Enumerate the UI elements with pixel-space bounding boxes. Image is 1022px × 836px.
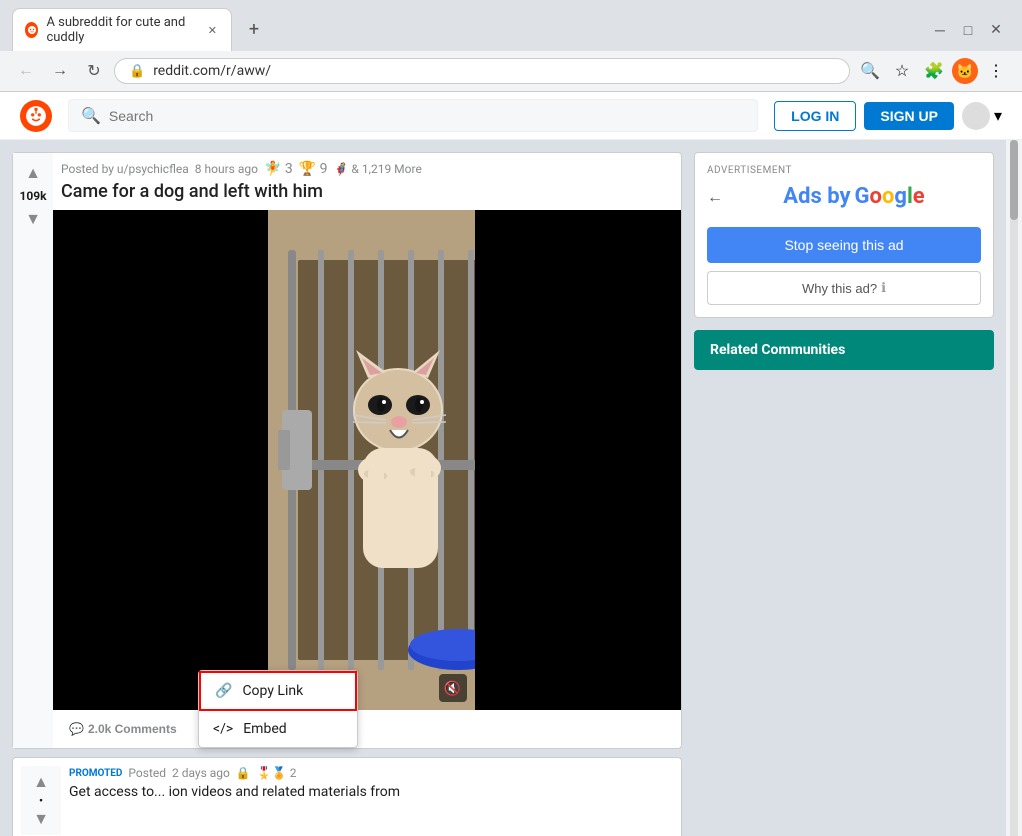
reddit-ext-button[interactable]: 🐱 [952, 58, 978, 84]
mute-button[interactable]: 🔇 [439, 674, 467, 702]
embed-menu-item[interactable]: </> Embed [199, 711, 357, 747]
search-ext-button[interactable]: 🔍 [856, 57, 884, 85]
minimize-button[interactable]: ─ [926, 16, 954, 44]
downvote-button[interactable]: ▼ [21, 207, 45, 231]
back-button[interactable]: ← [12, 57, 40, 85]
extension-icons: 🔍 ☆ 🧩 🐱 ⋮ [856, 57, 1010, 85]
promoted-time: 2 days ago [172, 766, 230, 780]
info-icon: ℹ [881, 280, 886, 296]
user-avatar [962, 102, 990, 130]
promoted-content: PROMOTED Posted 2 days ago 🔒 🎖️🏅 2 Get a… [69, 766, 673, 835]
embed-label: Embed [243, 721, 286, 737]
post-area: ▲ 109k ▼ Posted by u/psychicflea 8 hours… [0, 140, 694, 836]
url-text: reddit.com/r/aww/ [153, 63, 271, 79]
forward-button[interactable]: → [46, 57, 74, 85]
promoted-dot: • [39, 794, 43, 807]
promoted-post: ▲ • ▼ PROMOTED Posted 2 days ago 🔒 🎖️🏅 2… [12, 757, 682, 836]
bookmark-button[interactable]: ☆ [888, 57, 916, 85]
comments-label: 2.0k Comments [88, 722, 177, 736]
promoted-badge: PROMOTED [69, 768, 122, 779]
user-menu[interactable]: ▾ [962, 102, 1002, 130]
promoted-award-icons: 🎖️🏅 2 [257, 766, 297, 780]
browser-tab-active[interactable]: A subreddit for cute and cuddly ✕ [12, 8, 232, 51]
browser-window: A subreddit for cute and cuddly ✕ + ─ □ … [0, 0, 1022, 836]
award-3: 🦸 & 1,219 More [334, 162, 422, 176]
why-ad-button[interactable]: Why this ad? ℹ [707, 271, 981, 305]
new-tab-button[interactable]: + [240, 16, 268, 44]
google-text: Google [855, 184, 925, 209]
award-2: 🏆 9 [299, 161, 328, 177]
post-card: ▲ 109k ▼ Posted by u/psychicflea 8 hours… [12, 152, 682, 749]
post-image-area: 🔇 [53, 210, 681, 710]
ad-back-button[interactable]: ← [707, 189, 723, 207]
ad-box: ADVERTISEMENT ← Ads by Google Stop seein… [694, 152, 994, 318]
vote-count: 109k [19, 189, 46, 203]
post-image-left-dark [53, 210, 268, 710]
promoted-upvote[interactable]: ▲ [29, 770, 53, 794]
comments-button[interactable]: 💬 2.0k Comments [61, 716, 185, 742]
ads-by-google: Ads by Google [727, 184, 981, 209]
why-ad-text: Why this ad? [802, 281, 877, 296]
related-communities-box: Related Communities [694, 330, 994, 370]
related-communities-title: Related Communities [710, 342, 978, 358]
video-controls: 🔇 [439, 674, 467, 702]
post-vote-column: ▲ 109k ▼ [13, 153, 53, 748]
menu-button[interactable]: ⋮ [982, 57, 1010, 85]
context-menu: 🔗 Copy Link </> Embed [198, 670, 358, 748]
copy-link-menu-item[interactable]: 🔗 Copy Link [199, 671, 357, 711]
post-meta: Posted by u/psychicflea 8 hours ago 🧚 3 … [53, 153, 681, 181]
header-actions: LOG IN SIGN UP ▾ [774, 101, 1002, 131]
reddit-logo[interactable] [20, 100, 52, 132]
login-button[interactable]: LOG IN [774, 101, 856, 131]
chevron-down-icon: ▾ [994, 106, 1002, 125]
scrollbar-track [1010, 140, 1018, 836]
maximize-button[interactable]: □ [954, 16, 982, 44]
scrollbar[interactable] [1006, 140, 1022, 836]
browser-chrome: A subreddit for cute and cuddly ✕ + ─ □ … [0, 0, 1022, 92]
link-icon: 🔗 [215, 683, 232, 699]
upvote-button[interactable]: ▲ [21, 161, 45, 185]
promoted-emoji: 🔒 [236, 766, 251, 780]
browser-titlebar: A subreddit for cute and cuddly ✕ + ─ □ … [0, 0, 1022, 51]
embed-icon: </> [213, 721, 233, 737]
promoted-downvote[interactable]: ▼ [29, 807, 53, 831]
award-1: 🧚 3 [264, 161, 293, 177]
post-actions: 💬 2.0k Comments ↗ Share 🔖 Save [53, 710, 681, 748]
signup-button[interactable]: SIGN UP [864, 102, 954, 130]
close-button[interactable]: ✕ [982, 16, 1010, 44]
post-image-center: 🔇 [268, 210, 475, 710]
main-layout: ▲ 109k ▼ Posted by u/psychicflea 8 hours… [0, 140, 1022, 836]
tab-title: A subreddit for cute and cuddly [46, 15, 197, 45]
post-card-inner: ▲ 109k ▼ Posted by u/psychicflea 8 hours… [13, 153, 681, 748]
post-time: 8 hours ago [195, 162, 258, 176]
promoted-meta: Posted [128, 766, 166, 780]
search-icon: 🔍 [81, 106, 101, 125]
post-content: Posted by u/psychicflea 8 hours ago 🧚 3 … [53, 153, 681, 748]
tab-close-button[interactable]: ✕ [206, 22, 219, 38]
scrollbar-thumb[interactable] [1010, 140, 1018, 220]
sidebar: ADVERTISEMENT ← Ads by Google Stop seein… [694, 140, 1006, 836]
promoted-text: Get access to... ion videos and related … [69, 784, 673, 800]
lock-icon: 🔒 [129, 64, 145, 79]
stop-ad-button[interactable]: Stop seeing this ad [707, 227, 981, 263]
address-bar[interactable]: 🔒 reddit.com/r/aww/ [114, 58, 850, 84]
copy-link-label: Copy Link [242, 683, 303, 699]
reload-button[interactable]: ↻ [80, 57, 108, 85]
search-input[interactable] [109, 108, 745, 124]
post-image-right-dark [475, 210, 682, 710]
browser-controls: ← → ↻ 🔒 reddit.com/r/aww/ 🔍 ☆ 🧩 🐱 ⋮ [0, 51, 1022, 91]
extensions-button[interactable]: 🧩 [920, 57, 948, 85]
comment-icon: 💬 [69, 722, 84, 736]
reddit-favicon [25, 22, 38, 38]
posted-by-text: Posted by u/psychicflea [61, 162, 189, 176]
ads-by-text: Ads by [783, 184, 850, 209]
advertisement-label: ADVERTISEMENT [707, 165, 981, 176]
post-title: Came for a dog and left with him [53, 181, 681, 210]
search-box[interactable]: 🔍 [68, 99, 758, 132]
reddit-header: 🔍 LOG IN SIGN UP ▾ [0, 92, 1022, 140]
